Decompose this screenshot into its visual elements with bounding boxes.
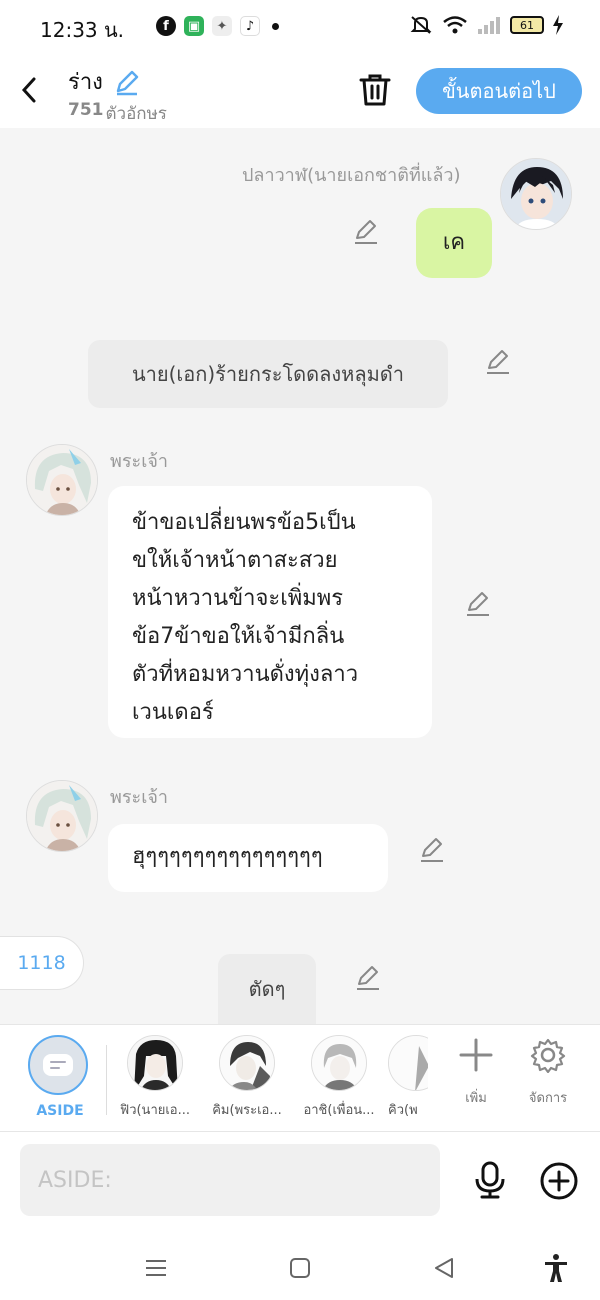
plus-icon [459, 1038, 493, 1072]
character-label: ฟิว(นายเอ... [119, 1103, 191, 1118]
status-bar: 12:33 น. f ▣ ✦ ♪ 61 [0, 0, 600, 52]
microphone-icon [475, 1161, 505, 1199]
character-avatar [127, 1035, 183, 1091]
sender-name: พระเจ้า [110, 787, 169, 808]
message-line: ข้อ7ข้าขอให้เจ้ามีกลิ่น [132, 624, 345, 649]
plus-circle-icon [540, 1162, 578, 1200]
divider [106, 1045, 107, 1115]
avatar[interactable] [26, 780, 98, 852]
microphone-button[interactable] [470, 1160, 510, 1200]
edit-message-icon[interactable] [418, 836, 446, 864]
home-button[interactable] [282, 1250, 318, 1286]
message-line: ขให้เจ้าหน้าตาสะสวย [132, 548, 338, 573]
edit-message-icon[interactable] [352, 218, 380, 246]
edit-title-icon[interactable] [113, 68, 141, 96]
triangle-back-icon [435, 1258, 453, 1278]
narration-bubble[interactable]: นาย(เอก)ร้ายกระโดดลงหลุมดำ [88, 340, 448, 408]
page-title: ร่าง [68, 64, 141, 99]
add-label: เพิ่ม [465, 1091, 487, 1106]
back-button[interactable] [14, 72, 44, 108]
menu-icon [146, 1260, 166, 1276]
sender-name: ปลาวาฬ(นายเอกชาติที่แล้ว) [242, 165, 461, 186]
character-avatar-icon [27, 445, 97, 515]
trash-icon [359, 74, 391, 106]
message-line: ข้าขอเปลี่ยนพรข้อ5เป็น [132, 510, 356, 535]
mute-bell-icon [410, 16, 432, 34]
add-attachment-button[interactable] [538, 1160, 580, 1202]
message-line: หน้าหวานข้าจะเพิ่มพร [132, 586, 344, 611]
aside-label: ASIDE [36, 1103, 84, 1119]
edit-message-icon[interactable] [354, 964, 382, 992]
character-item[interactable]: อาชิ(เพื่อน... [296, 1035, 382, 1120]
add-character-button[interactable]: เพิ่ม [446, 1037, 506, 1108]
chevron-left-icon [21, 77, 36, 103]
avatar[interactable] [26, 444, 98, 516]
character-avatar-icon [389, 1036, 428, 1090]
character-avatar [388, 1035, 428, 1091]
character-item[interactable]: คิว(พ [388, 1035, 428, 1120]
back-nav-button[interactable] [426, 1250, 462, 1286]
aside-circle [28, 1035, 88, 1095]
message-input[interactable] [20, 1144, 440, 1216]
character-count: 751 ตัวอักษร [68, 100, 167, 127]
accessibility-button[interactable] [538, 1250, 574, 1286]
character-avatar-icon [312, 1036, 366, 1090]
chat-bubble-icon [43, 1054, 73, 1076]
character-avatar-icon [27, 781, 97, 851]
edit-message-icon[interactable] [484, 348, 512, 376]
delete-button[interactable] [358, 72, 392, 108]
character-selector-bar: ASIDE ฟิว(นายเอ... คิม(พระเอ... อาชิ(เพื… [0, 1024, 600, 1132]
message-line: ตัวที่หอมหวานดั่งทุ่งลาว [132, 662, 359, 687]
status-app-icons: f ▣ ✦ ♪ [156, 16, 279, 36]
character-count-number: 751 [68, 100, 104, 120]
edit-message-icon[interactable] [464, 590, 492, 618]
more-notifications-dot [272, 22, 279, 30]
status-indicators: 61 [408, 14, 564, 36]
green-app-icon: ▣ [184, 16, 204, 36]
accessibility-icon [545, 1254, 567, 1282]
charging-icon [553, 15, 563, 35]
character-avatar [311, 1035, 367, 1091]
avatar[interactable] [500, 158, 572, 230]
character-count-suffix: ตัวอักษร [105, 104, 167, 124]
message-count-pill[interactable]: 1118 [0, 936, 84, 990]
narration-bubble[interactable]: ตัดๆ [218, 954, 316, 1024]
battery-indicator: 61 [510, 16, 544, 34]
message-bubble[interactable]: ข้าขอเปลี่ยนพรข้อ5เป็น ขให้เจ้าหน้าตาสะส… [108, 486, 432, 738]
character-item[interactable]: ฟิว(นายเอ... [112, 1035, 198, 1120]
next-step-button[interactable]: ขั้นตอนต่อไป [416, 68, 582, 114]
message-input-row [0, 1132, 600, 1236]
status-time: 12:33 น. [40, 18, 125, 42]
recent-apps-button[interactable] [138, 1250, 174, 1286]
character-label: อาชิ(เพื่อน... [303, 1103, 375, 1118]
message-bubble[interactable]: ฮุๆๆๆๆๆๆๆๆๆๆๆๆๆๆๆ [108, 824, 388, 892]
message-bubble-self[interactable]: เค [416, 208, 492, 278]
chat-area[interactable]: ปลาวาฬ(นายเอกชาติที่แล้ว) เค นาย(เอก)ร้า… [0, 128, 600, 1024]
character-label: คิว(พ [388, 1103, 418, 1118]
manage-button[interactable]: จัดการ [518, 1037, 578, 1108]
draft-title: ร่าง [68, 70, 103, 95]
character-avatar-icon [128, 1036, 182, 1090]
aside-selector[interactable]: ASIDE [28, 1035, 92, 1119]
message-line: เวนเดอร์ [132, 700, 214, 725]
character-avatar-icon [501, 159, 571, 229]
character-label: คิม(พระเอ... [212, 1103, 282, 1118]
square-icon [290, 1258, 310, 1278]
tiktok-icon: ♪ [240, 16, 260, 36]
sender-name: พระเจ้า [110, 451, 169, 472]
facebook-icon: f [156, 16, 176, 36]
character-item[interactable]: คิม(พระเอ... [204, 1035, 290, 1120]
game-icon: ✦ [212, 16, 232, 36]
character-avatar-icon [220, 1036, 274, 1090]
manage-label: จัดการ [528, 1091, 568, 1106]
gear-icon [530, 1038, 566, 1074]
character-avatar [219, 1035, 275, 1091]
signal-icon [478, 17, 500, 34]
header: ร่าง 751 ตัวอักษร ขั้นตอนต่อไป [0, 52, 600, 128]
system-nav-bar [0, 1236, 600, 1300]
wifi-icon [443, 16, 467, 34]
